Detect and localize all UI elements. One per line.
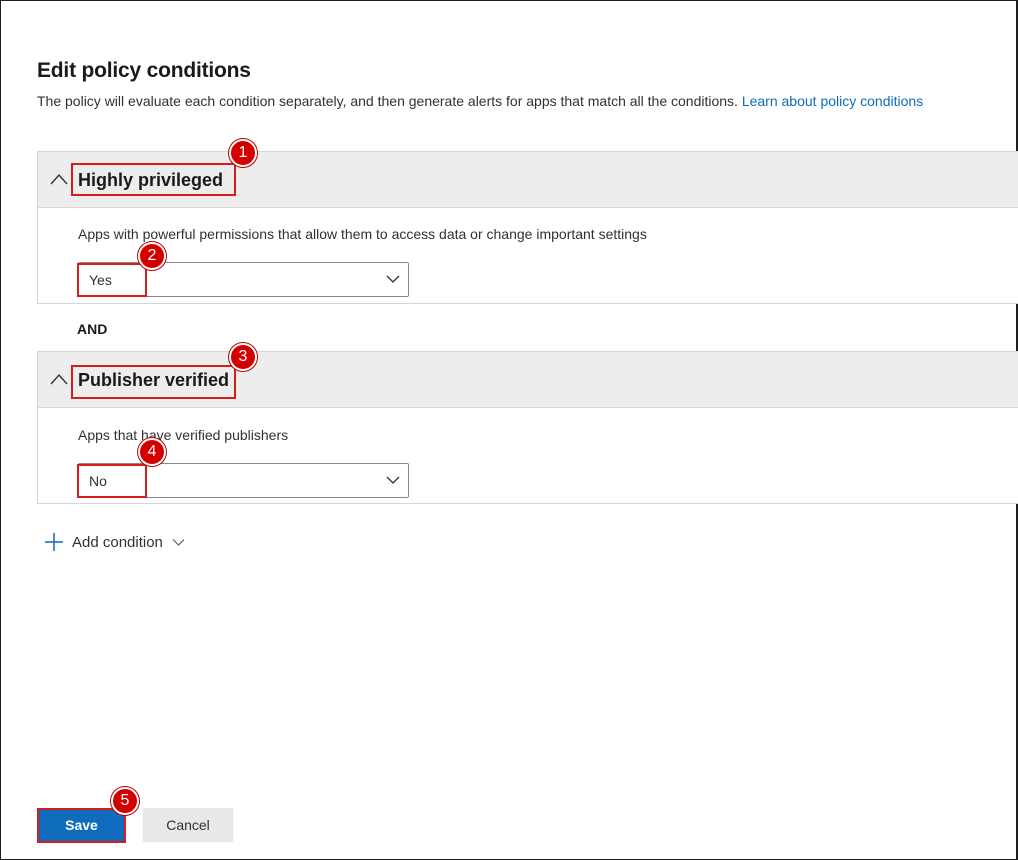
chevron-up-icon[interactable] (49, 172, 69, 186)
condition-title: Publisher verified (78, 370, 230, 390)
dropdown-value: Yes (89, 272, 112, 288)
subtitle-text: The policy will evaluate each condition … (37, 93, 738, 109)
condition-header-highly-privileged[interactable]: Highly privileged (37, 151, 1018, 208)
condition-description: Apps with powerful permissions that allo… (78, 226, 647, 242)
highly-privileged-dropdown[interactable]: Yes (78, 262, 409, 297)
condition-title: Highly privileged (78, 170, 224, 190)
publisher-verified-dropdown[interactable]: No (78, 463, 409, 498)
plus-icon (45, 533, 63, 551)
operator-label: AND (77, 321, 108, 337)
annotation-badge-1: 1 (229, 139, 257, 167)
condition-body-highly-privileged: Apps with powerful permissions that allo… (37, 208, 1018, 304)
chevron-down-icon (172, 538, 185, 546)
page-subtitle: The policy will evaluate each condition … (37, 93, 923, 109)
chevron-up-icon[interactable] (49, 372, 69, 386)
annotation-badge-5: 5 (111, 787, 139, 815)
annotation-badge-3: 3 (229, 343, 257, 371)
condition-body-publisher-verified: Apps that have verified publishers No (37, 408, 1018, 504)
condition-description: Apps that have verified publishers (78, 427, 289, 443)
add-condition-label: Add condition (72, 533, 163, 551)
chevron-down-icon (386, 476, 400, 484)
condition-header-publisher-verified[interactable]: Publisher verified (37, 351, 1018, 408)
learn-more-link[interactable]: Learn about policy conditions (742, 93, 923, 109)
policy-panel: Edit policy conditions The policy will e… (0, 0, 1018, 860)
chevron-down-icon (386, 275, 400, 283)
cancel-button[interactable]: Cancel (143, 808, 233, 842)
page-title: Edit policy conditions (37, 59, 251, 82)
dropdown-value: No (89, 473, 107, 489)
annotation-badge-4: 4 (138, 438, 166, 466)
add-condition-button[interactable]: Add condition (45, 531, 185, 553)
save-button[interactable]: Save (38, 808, 125, 842)
annotation-badge-2: 2 (138, 242, 166, 270)
